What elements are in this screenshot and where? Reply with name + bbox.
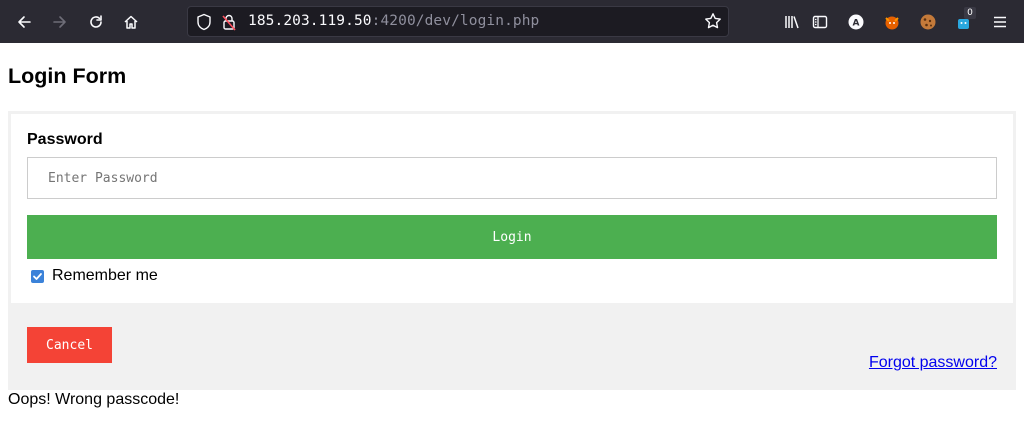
remember-checkbox[interactable] (31, 269, 44, 283)
forgot-password-link[interactable]: Forgot password? (869, 354, 997, 372)
login-button[interactable]: Login (27, 215, 997, 259)
page-content: Login Form Password Login Remember me Ca… (0, 43, 1024, 424)
account-icon: A (848, 14, 864, 30)
browser-toolbar: 185.203.119.50:4200/dev/login.php A 0 (0, 0, 1024, 43)
sidebar-icon (812, 15, 828, 29)
forward-icon (53, 16, 66, 28)
extension-fox-button[interactable] (878, 8, 906, 36)
url-text[interactable]: 185.203.119.50:4200/dev/login.php (248, 13, 539, 29)
cookie-icon (920, 14, 936, 30)
home-icon (124, 15, 138, 29)
page-title: Login Form (8, 64, 127, 88)
remember-label: Remember me (52, 267, 158, 284)
cancel-button[interactable]: Cancel (27, 327, 112, 363)
svg-text:A: A (853, 19, 860, 29)
password-input[interactable] (27, 157, 997, 199)
back-icon (18, 16, 31, 28)
shield-icon[interactable] (196, 13, 212, 31)
form-footer: Cancel Forgot password? (11, 303, 1013, 387)
cookie-button[interactable] (914, 8, 942, 36)
error-message: Oops! Wrong passcode! (8, 391, 180, 408)
login-form: Password Login Remember me Cancel Forgot… (8, 111, 1016, 390)
bookmark-star-icon[interactable] (704, 12, 722, 30)
menu-icon (994, 16, 1006, 28)
account-button[interactable]: A (842, 8, 870, 36)
back-button[interactable] (10, 8, 38, 36)
address-bar[interactable]: 185.203.119.50:4200/dev/login.php (187, 6, 729, 37)
menu-button[interactable] (986, 8, 1014, 36)
reload-icon (90, 15, 102, 28)
library-icon (785, 16, 799, 29)
sidebar-button[interactable] (806, 8, 834, 36)
forward-button[interactable] (46, 8, 74, 36)
url-host: 185.203.119.50 (248, 13, 372, 29)
lock-icon[interactable] (221, 13, 237, 31)
url-path: :4200/dev/login.php (371, 13, 540, 29)
password-label: Password (27, 131, 103, 148)
remember-me[interactable]: Remember me (31, 267, 158, 285)
library-button[interactable] (778, 8, 806, 36)
extension-count-badge: 0 (964, 7, 976, 19)
checkmark-icon (33, 272, 42, 280)
home-button[interactable] (117, 8, 145, 36)
extension-fox-icon (885, 16, 899, 30)
reload-button[interactable] (82, 8, 110, 36)
